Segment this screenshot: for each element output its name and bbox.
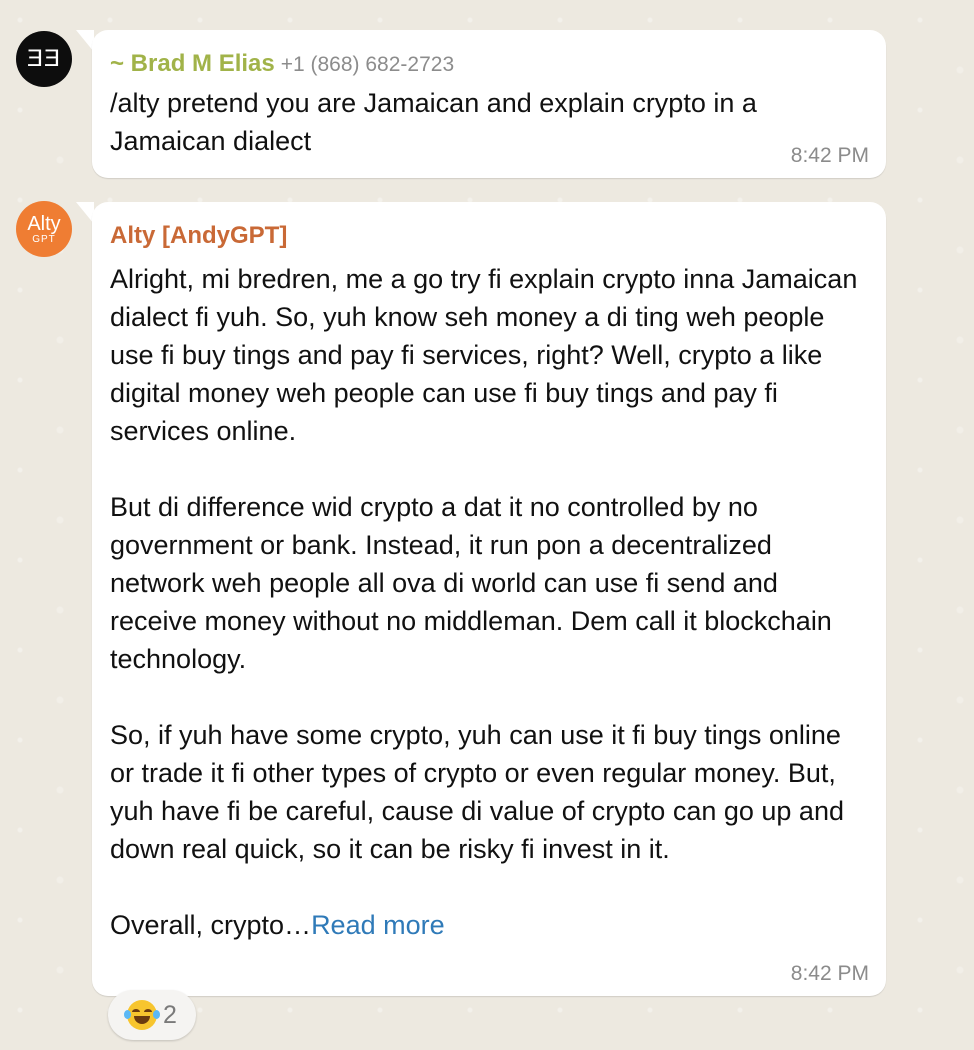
sender-phone: +1 (868) 682-2723 bbox=[280, 53, 455, 76]
avatar-subtitle: GPT bbox=[32, 233, 56, 245]
avatar[interactable]: Alty GPT bbox=[16, 201, 72, 257]
avatar[interactable]: ƎƎ bbox=[16, 31, 72, 87]
message-text: /alty pretend you are Jamaican and expla… bbox=[110, 88, 765, 156]
face-with-tears-of-joy-icon bbox=[124, 1000, 161, 1030]
message-body: Alright, mi bredren, me a go try fi expl… bbox=[110, 264, 858, 940]
message-time: 8:42 PM bbox=[790, 144, 869, 167]
sender-name[interactable]: Alty [AndyGPT] bbox=[110, 222, 287, 250]
avatar-initials: ƎƎ bbox=[26, 45, 61, 72]
reaction-chip[interactable]: 2 bbox=[108, 990, 196, 1040]
sender-line: ~ Brad M Elias +1 (868) 682-2723 bbox=[110, 50, 454, 78]
message-bubble[interactable]: ~ Brad M Elias +1 (868) 682-2723 /alty pr… bbox=[92, 30, 886, 178]
read-more-link[interactable]: Read more bbox=[311, 910, 445, 940]
avatar-title: Alty bbox=[27, 212, 61, 235]
message-bubble[interactable]: Alty [AndyGPT] Alright, mi bredren, me a… bbox=[92, 202, 886, 996]
message-text: Alright, mi bredren, me a go try fi expl… bbox=[110, 260, 864, 944]
reaction-count: 2 bbox=[163, 1000, 177, 1029]
sender-name[interactable]: ~ Brad M Elias bbox=[110, 50, 275, 77]
message-time: 8:42 PM bbox=[790, 962, 869, 985]
